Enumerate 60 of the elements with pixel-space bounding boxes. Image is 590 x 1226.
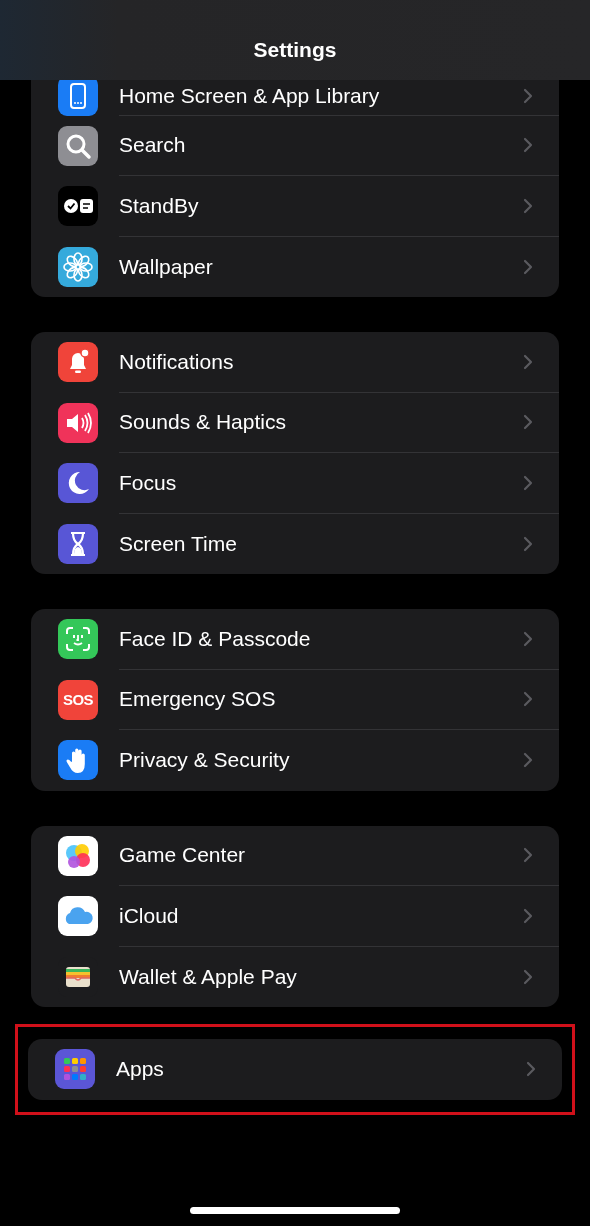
hand-icon: [58, 740, 98, 781]
row-label: Privacy & Security: [119, 748, 290, 773]
chevron-icon: [523, 691, 533, 708]
settings-row[interactable]: Focus: [31, 453, 559, 514]
settings-row[interactable]: Face ID & Passcode: [31, 609, 559, 670]
speaker-icon: [58, 402, 98, 443]
face-scan-icon: [58, 619, 98, 660]
chevron-icon: [523, 414, 533, 431]
row-label: Home Screen & App Library: [119, 83, 380, 108]
phone-icon: [58, 80, 98, 117]
app-grid-icon: [55, 1049, 95, 1090]
chevron-icon: [523, 474, 533, 491]
search-icon: [58, 125, 98, 166]
settings-row[interactable]: Wallet & Apple Pay: [31, 946, 559, 1007]
chevron-icon: [523, 630, 533, 647]
row-label: Focus: [119, 470, 177, 495]
row-label: Sounds & Haptics: [119, 410, 286, 435]
settings-row[interactable]: Notifications: [31, 332, 559, 393]
row-label: Wallpaper: [119, 254, 213, 279]
settings-row[interactable]: Screen Time: [31, 513, 559, 574]
row-label: Game Center: [119, 843, 246, 868]
settings-row[interactable]: Wallpaper: [31, 236, 559, 297]
row-label: StandBy: [119, 193, 199, 218]
clock-widget-icon: [58, 186, 98, 227]
chevron-icon: [523, 87, 533, 104]
sos-icon: SOS: [58, 679, 98, 720]
row-label: Screen Time: [119, 531, 237, 556]
moon-icon: [58, 463, 98, 504]
settings-row[interactable]: Home Screen & App Library: [31, 80, 559, 116]
flower-icon: [58, 246, 98, 287]
chevron-icon: [523, 197, 533, 214]
row-label: Wallet & Apple Pay: [119, 964, 297, 989]
chevron-icon: [523, 752, 533, 769]
chevron-icon: [526, 1061, 536, 1078]
nav-title: Settings: [253, 38, 337, 62]
row-label: Apps: [116, 1057, 164, 1082]
bubbles-icon: [58, 835, 98, 876]
chevron-icon: [523, 353, 533, 370]
row-label: Search: [119, 133, 186, 158]
settings-row[interactable]: Game Center: [31, 825, 559, 886]
chevron-icon: [523, 137, 533, 154]
row-label: iCloud: [119, 903, 179, 928]
settings-row[interactable]: SOS Emergency SOS: [31, 669, 559, 730]
row-label: Face ID & Passcode: [119, 626, 311, 651]
row-label: Notifications: [119, 349, 234, 374]
chevron-icon: [523, 258, 533, 275]
settings-row[interactable]: Search: [31, 115, 559, 176]
settings-row[interactable]: StandBy: [31, 176, 559, 237]
chevron-icon: [523, 535, 533, 552]
settings-row[interactable]: iCloud: [31, 886, 559, 947]
settings-row[interactable]: Apps: [28, 1039, 562, 1100]
row-label: Emergency SOS: [119, 687, 276, 712]
cloud-icon: [58, 896, 98, 937]
settings-row[interactable]: Privacy & Security: [31, 730, 559, 791]
chevron-icon: [523, 847, 533, 864]
chevron-icon: [523, 968, 533, 985]
hourglass-icon: [58, 523, 98, 564]
settings-row[interactable]: Sounds & Haptics: [31, 392, 559, 453]
bell-icon: [58, 342, 98, 383]
chevron-icon: [523, 907, 533, 924]
